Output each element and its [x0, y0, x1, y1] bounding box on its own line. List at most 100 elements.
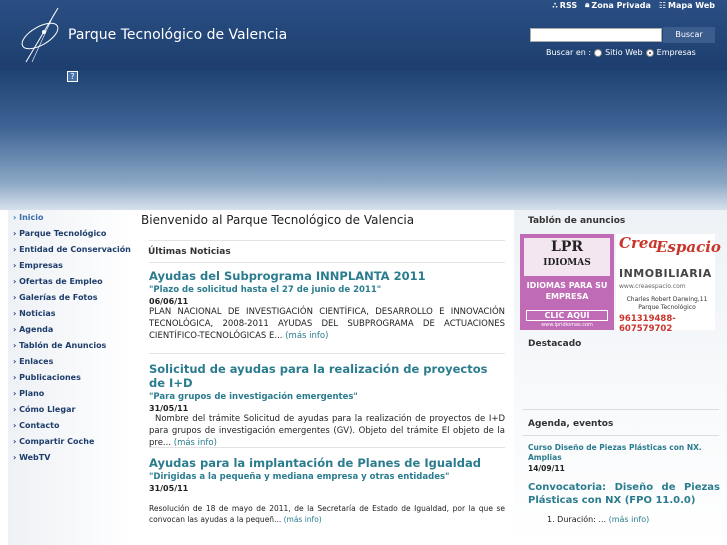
nav-item-label: Agenda	[19, 325, 54, 334]
nav-item[interactable]: › Contacto	[8, 418, 132, 434]
divider	[522, 435, 719, 436]
nav-item[interactable]: › Compartir Coche	[8, 434, 132, 450]
banner: ?	[0, 70, 727, 210]
lock-icon: 🔒︎	[585, 0, 590, 9]
nav-item-label: Publicaciones	[19, 373, 81, 382]
sitemap-link[interactable]: ☷ Mapa Web	[659, 0, 715, 10]
news-item: Ayudas para la implantación de Planes de…	[149, 456, 505, 525]
page-title: Bienvenido al Parque Tecnológico de Vale…	[141, 213, 415, 227]
nav-item[interactable]: › Entidad de Conservación	[8, 242, 132, 258]
news-subtitle: "Plazo de solicitud hasta el 27 de junio…	[149, 285, 382, 295]
nav-item[interactable]: › Enlaces	[8, 354, 132, 370]
site-header: Parque Tecnológico de Valencia ∴ RSS 🔒︎ Zo…	[0, 0, 727, 70]
nav-item[interactable]: › Tablón de Anuncios	[8, 338, 132, 354]
nav-item[interactable]: › Parque Tecnológico	[8, 226, 132, 242]
search-in-label: Buscar en :	[546, 48, 592, 57]
lpr-sub: IDIOMAS	[543, 258, 591, 268]
news-text: Resolución de 18 de mayo de 2011, de la …	[149, 504, 505, 524]
radio-companies-label: Empresas	[656, 48, 696, 57]
espacio-brand: Espacio	[656, 238, 721, 256]
rss-label: RSS	[559, 0, 578, 10]
news-item: Solicitud de ayudas para la realización …	[149, 362, 505, 449]
event-title[interactable]: Convocatoria: Diseño de Piezas Plásticas…	[528, 481, 720, 507]
park-logo-icon[interactable]	[18, 6, 63, 64]
news-body: Resolución de 18 de mayo de 2011, de la …	[149, 503, 505, 525]
sitemap-label: Mapa Web	[668, 0, 715, 10]
ad-creaespacio[interactable]: Crea Espacio INMOBILIARIA www.creaespaci…	[616, 234, 721, 334]
nav-item[interactable]: › Agenda	[8, 322, 132, 338]
news-body: Nombre del trámite Solicitud de ayudas p…	[149, 413, 505, 449]
nav-item-label: Empresas	[19, 261, 63, 270]
nav-item[interactable]: › Cómo Llegar	[8, 402, 132, 418]
nav-item-label: Plano	[19, 389, 45, 398]
crea-brand: Crea	[619, 234, 659, 252]
divider	[149, 240, 505, 241]
rss-icon: ∴	[552, 0, 558, 10]
search-options: Buscar en : Sitio Web Empresas	[546, 48, 696, 57]
event-item: Convocatoria: Diseño de Piezas Plásticas…	[528, 481, 720, 524]
news-date: 31/05/11	[149, 484, 189, 493]
radio-site-label: Sitio Web	[605, 48, 643, 57]
private-area-label: Zona Privada	[591, 0, 651, 10]
news-item: Ayudas del Subprograma INNPLANTA 2011 "P…	[149, 269, 505, 342]
top-links: ∴ RSS 🔒︎ Zona Privada ☷ Mapa Web	[552, 0, 715, 10]
news-subtitle: "Para grupos de investigación emergentes…	[149, 392, 358, 402]
event-item: Curso Diseño de Piezas Plásticas con NX.…	[528, 443, 720, 473]
news-body: PLAN NACIONAL DE INVESTIGACIÓN CIENTÍFIC…	[149, 306, 505, 342]
more-info-link[interactable]: (más info)	[609, 515, 650, 524]
more-info-link[interactable]: (más info)	[284, 515, 322, 524]
nav-item-label: WebTV	[19, 453, 51, 462]
news-subtitle: "Dirigidas a la pequeña y mediana empres…	[149, 472, 450, 482]
news-date: 06/06/11	[149, 297, 189, 306]
event-date: 14/09/11	[528, 464, 565, 473]
news-title[interactable]: Ayudas del Subprograma INNPLANTA 2011	[149, 269, 505, 283]
news-title[interactable]: Solicitud de ayudas para la realización …	[149, 362, 505, 390]
search-button[interactable]: Buscar	[663, 27, 715, 43]
more-info-link[interactable]: (más info)	[285, 331, 328, 341]
nav-item[interactable]: › Noticias	[8, 306, 132, 322]
nav-item[interactable]: › Publicaciones	[8, 370, 132, 386]
nav-item-label: Cómo Llegar	[19, 405, 76, 414]
lpr-url: www.lpridiomas.com	[541, 322, 593, 328]
nav-item-label: Entidad de Conservación	[19, 245, 131, 254]
nav-item-label: Inicio	[19, 213, 44, 222]
site-title[interactable]: Parque Tecnológico de Valencia	[68, 27, 287, 43]
nav-item-label: Contacto	[19, 421, 60, 430]
nav-item[interactable]: › Plano	[8, 386, 132, 402]
board-title: Tablón de anuncios	[528, 216, 626, 226]
divider	[149, 262, 505, 263]
news-title[interactable]: Ayudas para la implantación de Planes de…	[149, 456, 505, 470]
crea-name: INMOBILIARIA	[619, 267, 712, 280]
nav-item[interactable]: › Ofertas de Empleo	[8, 274, 132, 290]
crea-phone: 961319488-607579702	[619, 314, 676, 334]
crea-web: www.creaespacio.com	[619, 283, 686, 290]
news-header: Últimas Noticias	[148, 247, 231, 257]
event-detail-text: 1. Duración: ...	[547, 515, 609, 524]
radio-site[interactable]	[594, 48, 603, 57]
nav-item-label: Noticias	[19, 309, 56, 318]
nav-item-label: Galerías de Fotos	[19, 293, 98, 302]
main-content: Bienvenido al Parque Tecnológico de Vale…	[133, 210, 513, 545]
crea-address: Charles Robert Darwing,11 Parque Tecnoló…	[626, 296, 708, 311]
divider	[149, 353, 505, 354]
event-title[interactable]: Curso Diseño de Piezas Plásticas con NX.…	[528, 443, 720, 463]
left-nav: › Inicio › Parque Tecnológico › Entidad de…	[8, 210, 132, 545]
ad-lpr-idiomas[interactable]: LPR IDIOMAS IDIOMAS PARA SU EMPRESA CLIC…	[520, 234, 614, 330]
rss-link[interactable]: ∴ RSS	[552, 0, 577, 10]
lpr-logo: LPR IDIOMAS	[524, 238, 610, 276]
search-input[interactable]	[530, 28, 662, 42]
nav-item-label: Tablón de Anuncios	[19, 341, 107, 350]
private-area-link[interactable]: 🔒︎ Zona Privada	[585, 0, 651, 10]
nav-item[interactable]: › Galerías de Fotos	[8, 290, 132, 306]
lpr-cta-button[interactable]: CLIC AQUÍ	[526, 310, 608, 321]
radio-companies[interactable]	[645, 48, 654, 57]
nav-item[interactable]: › Empresas	[8, 258, 132, 274]
sitemap-icon: ☷	[658, 0, 667, 10]
right-sidebar: Tablón de anuncios LPR IDIOMAS IDIOMAS P…	[514, 210, 727, 545]
nav-item-label: Enlaces	[19, 357, 54, 366]
divider	[149, 447, 505, 448]
nav-item[interactable]: › Inicio	[8, 210, 132, 226]
nav-item[interactable]: › WebTV	[8, 450, 132, 466]
help-icon[interactable]: ?	[67, 71, 78, 82]
nav-item-label: Compartir Coche	[19, 437, 95, 446]
